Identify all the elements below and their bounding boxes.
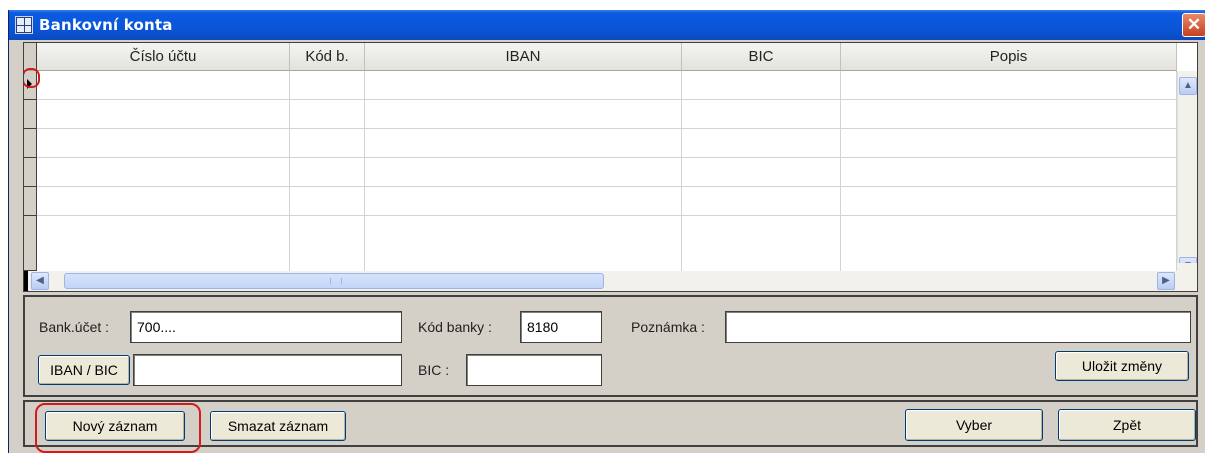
app-icon (15, 16, 33, 34)
row-indicator[interactable] (24, 68, 40, 100)
row-indicator[interactable] (24, 100, 37, 129)
cell-iban[interactable] (365, 100, 682, 129)
horizontal-scroll-thumb[interactable] (64, 273, 604, 289)
row-indicator[interactable] (24, 129, 37, 158)
bank-accounts-window: Bankovní konta ✕ Číslo účtu Kód b. IBAN … (8, 10, 1205, 453)
row-indicator[interactable] (24, 187, 37, 216)
cell-account-number[interactable] (37, 71, 290, 100)
bank-account-label: Bank.účet : (39, 319, 110, 335)
select-button[interactable]: Vyber (905, 409, 1043, 441)
column-header-bic[interactable]: BIC (682, 43, 841, 71)
row-indicator (24, 216, 37, 271)
cell-description[interactable] (841, 187, 1177, 216)
cell-description[interactable] (841, 71, 1177, 100)
bic-field[interactable] (466, 354, 602, 386)
cell-account-number[interactable] (37, 100, 290, 129)
cell-bank-code[interactable] (290, 100, 365, 129)
cell-description (841, 216, 1177, 271)
cell-bank-code[interactable] (290, 71, 365, 100)
edit-panel: Bank.účet : Kód banky : Poznámka : IBAN … (23, 295, 1198, 397)
save-changes-button[interactable]: Uložit změny (1055, 351, 1189, 381)
cell-iban[interactable] (365, 129, 682, 158)
cell-bic[interactable] (682, 129, 841, 158)
scroll-up-icon[interactable]: ▲ (1179, 77, 1197, 95)
cell-description[interactable] (841, 100, 1177, 129)
scroll-right-icon[interactable]: ▶ (1157, 272, 1175, 290)
new-record-button[interactable]: Nový záznam (45, 411, 185, 441)
scroll-edge (24, 271, 28, 291)
grid-corner-cell (24, 43, 37, 71)
window-title: Bankovní konta (39, 16, 173, 34)
cell-iban[interactable] (365, 158, 682, 187)
horizontal-scrollbar[interactable]: ◀ ▶ (24, 271, 1197, 291)
cell-bic (682, 216, 841, 271)
delete-record-button[interactable]: Smazat záznam (210, 411, 346, 441)
cell-bic[interactable] (682, 187, 841, 216)
iban-field[interactable] (133, 354, 402, 386)
action-bar: Nový záznam Smazat záznam Vyber Zpět (23, 400, 1198, 453)
cell-description[interactable] (841, 158, 1177, 187)
column-header-description[interactable]: Popis (841, 43, 1177, 71)
cell-bic[interactable] (682, 100, 841, 129)
table-row[interactable] (24, 129, 1177, 158)
table-row[interactable] (24, 158, 1177, 187)
cell-description[interactable] (841, 129, 1177, 158)
table-row[interactable] (24, 68, 1177, 100)
note-field[interactable] (725, 311, 1191, 343)
table-row[interactable] (24, 187, 1177, 216)
bank-code-label: Kód banky : (418, 319, 492, 335)
table-row-partial (24, 216, 1177, 271)
vertical-scrollbar[interactable]: ▲ ▼ (1177, 71, 1197, 275)
bic-label: BIC : (418, 362, 450, 378)
note-label: Poznámka : (631, 319, 705, 335)
close-icon[interactable]: ✕ (1182, 13, 1205, 37)
cell-account-number[interactable] (37, 187, 290, 216)
column-header-account-number[interactable]: Číslo účtu (37, 43, 290, 71)
back-button[interactable]: Zpět (1058, 409, 1196, 441)
title-bar[interactable]: Bankovní konta ✕ (9, 10, 1205, 40)
bank-code-field[interactable] (520, 311, 602, 343)
iban-bic-button[interactable]: IBAN / BIC (38, 355, 130, 385)
bank-account-field[interactable] (130, 311, 402, 343)
cell-bank-code (290, 216, 365, 271)
cell-iban (365, 216, 682, 271)
cell-iban[interactable] (365, 187, 682, 216)
grid-header: Číslo účtu Kód b. IBAN BIC Popis (24, 43, 1197, 71)
column-header-bank-code[interactable]: Kód b. (290, 43, 365, 71)
cell-bank-code[interactable] (290, 187, 365, 216)
cell-bank-code[interactable] (290, 129, 365, 158)
cell-bic[interactable] (682, 71, 841, 100)
scrollbar-corner (1177, 263, 1197, 271)
column-header-iban[interactable]: IBAN (365, 43, 682, 71)
cell-account-number (37, 216, 290, 271)
cell-bic[interactable] (682, 158, 841, 187)
table-row[interactable] (24, 100, 1177, 129)
cell-iban[interactable] (365, 71, 682, 100)
row-indicator[interactable] (24, 158, 37, 187)
scroll-left-icon[interactable]: ◀ (31, 272, 49, 290)
accounts-grid[interactable]: Číslo účtu Kód b. IBAN BIC Popis ▲ ◀ ▶ (23, 42, 1198, 292)
cell-bank-code[interactable] (290, 158, 365, 187)
cell-account-number[interactable] (37, 129, 290, 158)
cell-account-number[interactable] (37, 158, 290, 187)
